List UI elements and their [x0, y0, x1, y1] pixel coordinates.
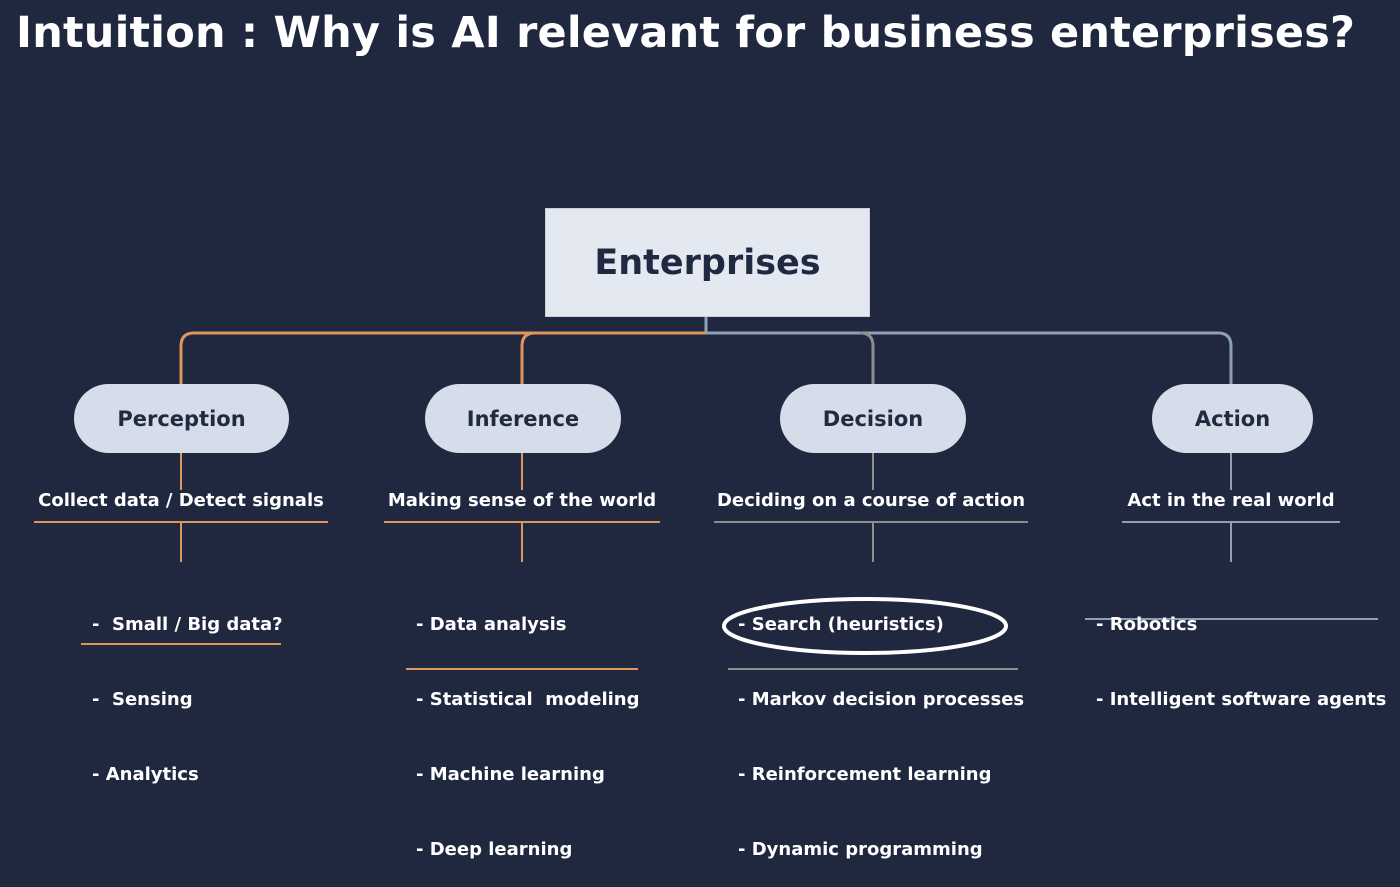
list-item: - Sensing	[92, 689, 193, 710]
branch-label: Inference	[466, 406, 580, 431]
perception-item-list: - Small / Big data? - Sensing - Analytic…	[92, 562, 283, 812]
list-item-highlighted: - Reinforcement learning	[738, 764, 992, 785]
list-item: - Dynamic programming	[738, 839, 983, 860]
branch-label: Action	[1194, 406, 1271, 431]
action-subtitle: Act in the real world	[1127, 490, 1335, 511]
connector-inference	[520, 331, 536, 384]
list-item: - Analytics	[92, 764, 199, 785]
list-item: - Data analysis	[416, 614, 567, 635]
branch-node-perception: Perception	[74, 384, 289, 453]
list-item: - Search (heuristics)	[738, 614, 944, 635]
decision-item-list: - Search (heuristics) - Markov decision …	[738, 562, 1024, 887]
root-node-enterprises: Enterprises	[545, 208, 870, 317]
list-item: - Markov decision processes	[738, 689, 1025, 710]
connector-decision	[859, 331, 875, 384]
list-item: - Machine learning	[416, 764, 605, 785]
branch-node-decision: Decision	[780, 384, 966, 453]
list-item: - Small / Big data?	[92, 614, 283, 635]
list-item: - Deep learning	[416, 839, 573, 860]
branch-node-inference: Inference	[425, 384, 621, 453]
list-item: - Robotics	[1096, 614, 1198, 635]
inference-subtitle: Making sense of the world	[387, 490, 657, 511]
connector-action	[706, 331, 1233, 384]
list-item: - Statistical modeling	[416, 689, 640, 710]
list-item: - Intelligent software agents	[1096, 689, 1387, 710]
perception-subtitle: Collect data / Detect signals	[38, 490, 324, 511]
inference-item-list: - Data analysis - Statistical modeling -…	[416, 562, 640, 887]
decision-subtitle: Deciding on a course of action	[716, 490, 1026, 511]
branch-label: Decision	[822, 406, 924, 431]
branch-node-action: Action	[1152, 384, 1313, 453]
root-node-label: Enterprises	[594, 242, 821, 283]
action-item-list: - Robotics - Intelligent software agents	[1096, 562, 1386, 737]
branch-label: Perception	[117, 406, 246, 431]
connector-perception	[179, 331, 706, 384]
